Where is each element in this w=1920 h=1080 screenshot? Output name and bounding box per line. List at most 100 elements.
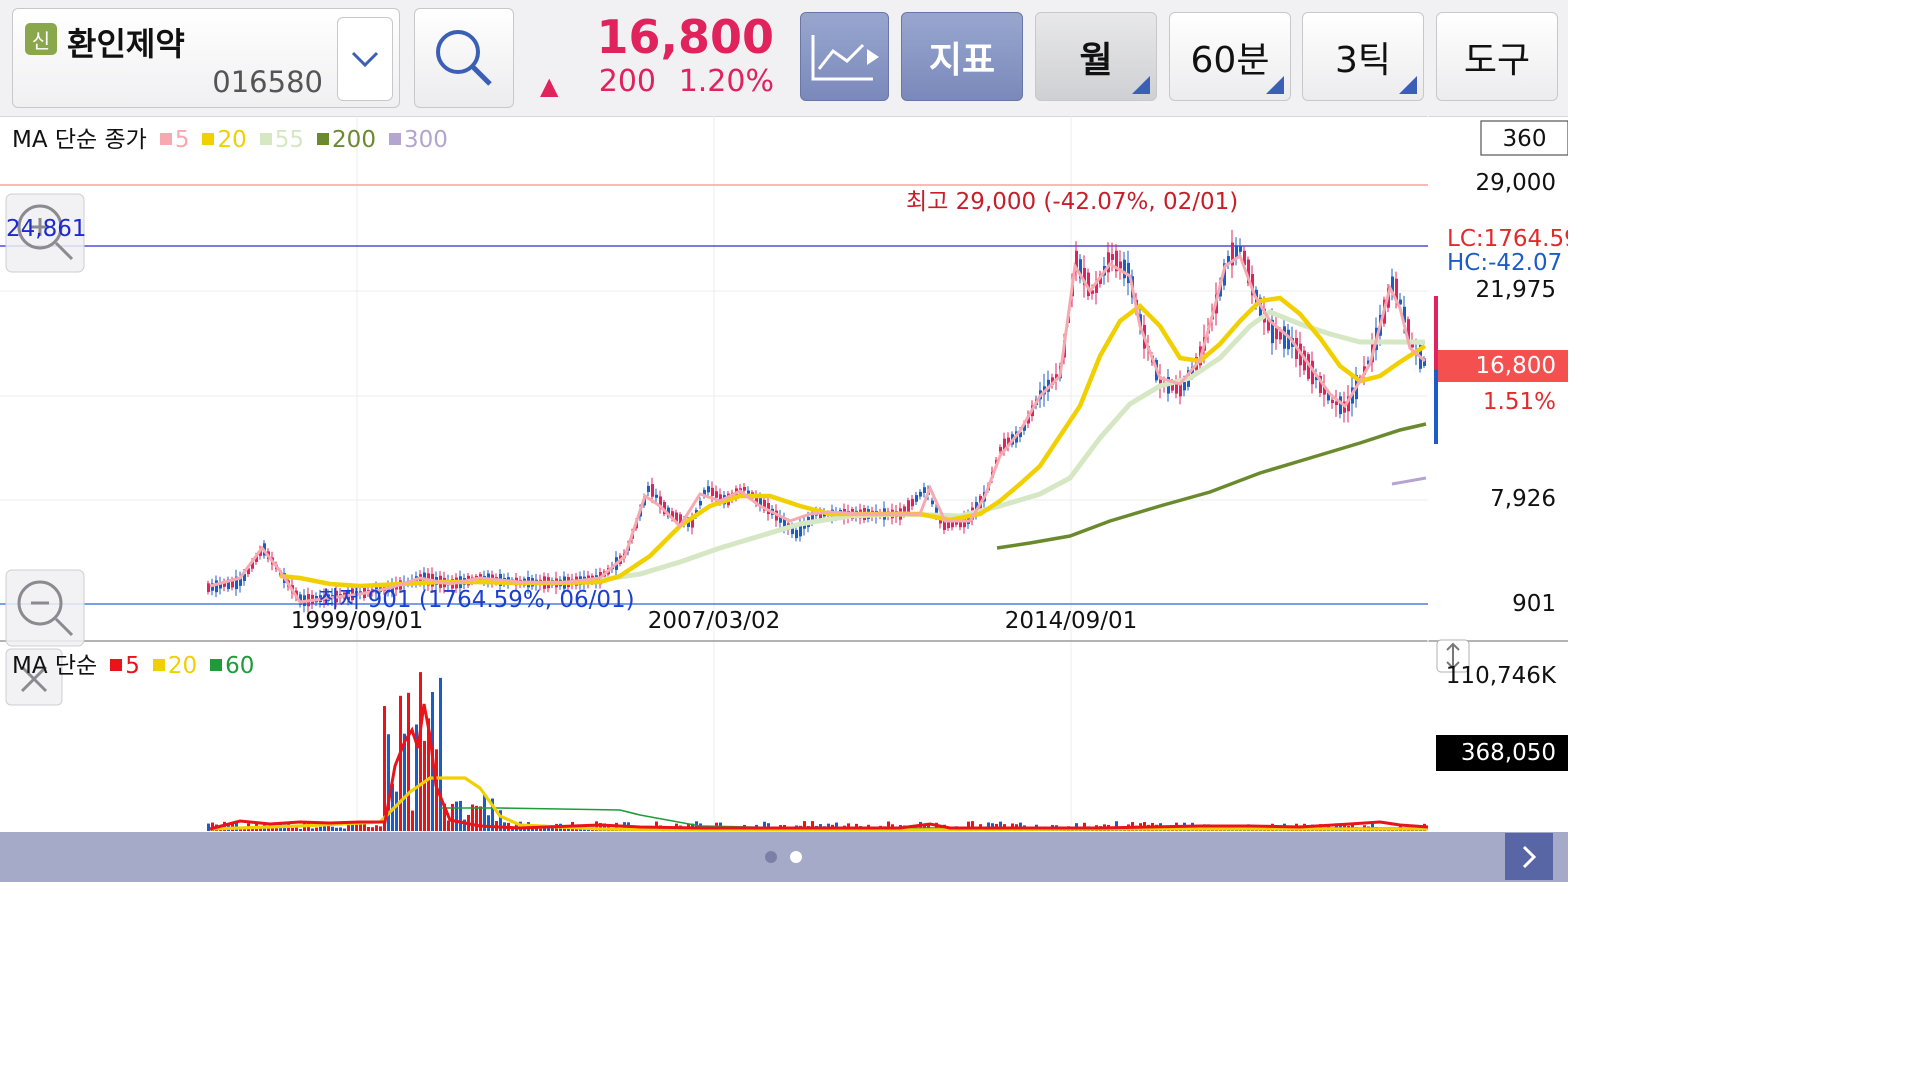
candle-body [919,491,922,497]
legend-label: 200 [332,127,376,153]
volume-bar [315,827,318,831]
axis-min-price: 901 [1512,591,1556,617]
period-label: 월 [1079,39,1113,81]
legend-swatch [317,133,330,145]
volume-bar [319,826,322,831]
lc-value: LC:1764.59 [1447,226,1568,252]
price-change-percent: 1.20% [678,64,774,99]
volume-bar [311,828,314,831]
date-label: 2007/03/02 [647,608,781,634]
volume-bar [423,740,426,831]
axis-price-level: 21,975 [1475,277,1556,303]
volume-bar [539,828,542,831]
candle-body [215,580,218,593]
ma-300-line [1391,476,1427,486]
toolbar: 신 환인제약 016580 16,800 ▲ 200 1.20% 지표 월 60… [0,0,1568,117]
stock-code: 016580 [212,65,323,99]
indicator-button[interactable]: 지표 [901,12,1023,101]
candle-body [707,486,710,493]
next-page-button[interactable] [1505,833,1553,880]
crosshair-value: 24,861 [6,216,87,242]
volume-bar [395,791,398,831]
chevron-down-icon [351,51,379,68]
price-chart[interactable] [0,116,1568,832]
legend-swatch [259,133,272,145]
zoom-out-button[interactable] [5,569,85,647]
candle-body [699,500,702,506]
legend-prefix: MA 단순 [12,653,98,679]
volume-current: 368,050 [1460,740,1556,766]
legend-label: 5 [125,653,140,679]
legend-label: 20 [167,653,198,679]
volume-bar [335,827,338,831]
hc-value: HC:-42.07 [1447,250,1563,276]
candle-body [1235,245,1238,258]
candle-body [711,487,714,496]
stock-selector[interactable]: 신 환인제약 016580 [12,8,400,108]
page-dot-2[interactable] [790,851,802,863]
volume-bar [411,810,414,831]
credit-badge: 신 [25,23,57,55]
volume-bar [343,828,346,831]
axis-max-price: 29,000 [1475,170,1556,196]
volume-bar [459,800,462,831]
candle-body [1331,399,1334,404]
candle-body [999,447,1002,452]
candle-body [651,484,654,497]
candle-body [911,498,914,507]
stock-dropdown-button[interactable] [337,17,393,101]
candle-body [915,495,918,502]
chart-type-button[interactable] [800,12,889,101]
date-label: 1999/09/01 [290,608,424,634]
chevron-right-icon [1522,845,1537,868]
page-dot-1[interactable] [765,851,777,863]
line-chart-icon [811,34,879,80]
page-indicator-bar [0,832,1568,882]
minute-button[interactable]: 60분 [1169,12,1291,101]
stock-name: 환인제약 [67,25,185,63]
ma-5-line [209,253,1426,604]
search-button[interactable] [414,8,514,108]
volume-bar [351,824,354,831]
volume-bar [323,826,326,831]
legend-label: 20 [217,127,247,153]
volume-bar [331,826,334,831]
up-arrow-icon: ▲ [540,72,559,100]
volume-bar [407,692,410,831]
candle-body [1111,254,1114,260]
volume-bar [371,827,374,831]
legend-swatch [159,133,172,145]
high-annotation: 최고 29,000 (-42.07%, 02/01) [906,189,1239,215]
candle-body [1239,245,1242,252]
period-button[interactable]: 월 [1035,12,1157,101]
minute-label: 60분 [1190,39,1270,81]
volume-axis-max: 110,746K [1445,663,1556,689]
current-price-label: 16,800 [1475,353,1556,379]
volume-bar [375,825,378,831]
candle-body [1119,261,1122,269]
legend-label: 60 [225,653,255,679]
legend-label: 300 [403,127,448,153]
legend-swatch [152,659,165,671]
candle-body [1283,326,1286,349]
candle-body [207,583,210,592]
axis-price-level: 7,926 [1490,486,1556,512]
legend-swatch [388,133,401,145]
candle-body [1183,381,1186,391]
date-label: 2014/09/01 [1004,608,1138,634]
ma-200-line [996,422,1427,550]
volume-bar [487,815,490,831]
volume-bar [447,820,450,831]
price-change: 200 [598,64,656,99]
tools-button[interactable]: 도구 [1436,12,1558,101]
candle-body [743,486,746,491]
candle-count: 360 [1502,126,1547,152]
volume-bar [291,827,294,831]
tick-button[interactable]: 3틱 [1302,12,1424,101]
volume-bar [455,801,458,831]
volume-bar [299,828,302,831]
candle-body [1335,401,1338,406]
volume-bar [475,805,478,831]
candle-body [1123,259,1126,279]
volume-bars [207,672,1426,831]
